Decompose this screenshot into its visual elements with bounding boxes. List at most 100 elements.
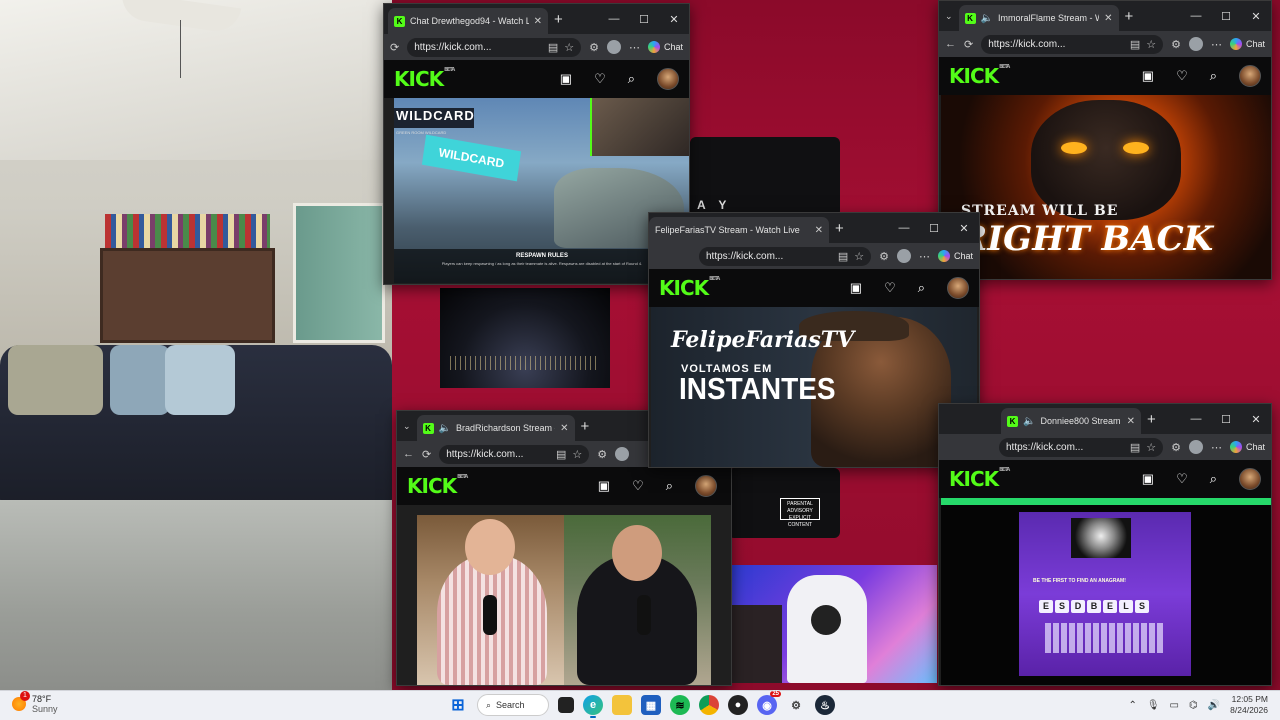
chrome-icon[interactable] — [699, 695, 719, 715]
kick-logo[interactable]: KICKBETA — [394, 67, 455, 91]
tab-list-chevron-icon[interactable]: ⌄ — [945, 11, 953, 22]
close-tab-icon[interactable]: ✕ — [1127, 416, 1135, 427]
tab-list-chevron-icon[interactable]: ⌄ — [403, 421, 411, 432]
new-tab-button[interactable]: + — [581, 418, 590, 435]
copilot-chat-button[interactable]: Chat — [937, 250, 973, 262]
new-tab-button[interactable]: + — [835, 220, 844, 237]
minimize-icon[interactable]: — — [889, 222, 919, 234]
tray-chevron-icon[interactable]: ⌃ — [1128, 700, 1136, 711]
new-tab-button[interactable]: + — [554, 11, 563, 28]
back-icon[interactable]: ← — [945, 38, 956, 50]
maximize-icon[interactable]: ☐ — [919, 222, 949, 235]
reload-icon[interactable]: ⟳ — [964, 38, 973, 51]
edge-icon[interactable]: e — [583, 695, 603, 718]
speaker-icon[interactable]: 🔈 — [981, 13, 993, 24]
stream-video-bradrichardson[interactable] — [417, 515, 711, 685]
user-avatar[interactable] — [695, 475, 717, 497]
more-icon[interactable]: ⋯ — [1211, 441, 1222, 454]
user-avatar[interactable] — [1239, 65, 1261, 87]
speaker-icon[interactable]: 🔈 — [1023, 416, 1035, 427]
display-icon[interactable]: ▭ — [1170, 700, 1179, 711]
maximize-icon[interactable]: ☐ — [629, 13, 659, 26]
kick-logo[interactable]: KICKBETA — [949, 64, 1010, 88]
weather-widget[interactable]: 1 78°F Sunny — [12, 691, 58, 714]
user-avatar[interactable] — [947, 277, 969, 299]
profile-icon[interactable] — [615, 447, 630, 461]
stream-video-drewthegod94[interactable]: WILDCARD GREEN ROOM WILDCARD WILDCARD RE… — [394, 98, 689, 283]
kick-logo[interactable]: KICKBETA — [659, 276, 720, 300]
browse-icon[interactable]: ▣ — [598, 478, 610, 494]
close-window-icon[interactable]: ✕ — [1241, 413, 1271, 426]
profile-icon[interactable] — [1188, 37, 1203, 51]
close-window-icon[interactable]: ✕ — [1241, 10, 1271, 23]
file-explorer-icon[interactable] — [612, 695, 632, 715]
following-heart-icon[interactable]: ♡ — [1176, 68, 1188, 84]
copilot-chat-button[interactable]: Chat — [1229, 441, 1265, 453]
favorite-star-icon[interactable]: ☆ — [1146, 441, 1156, 454]
clock[interactable]: 12:05 PM 8/24/2026 — [1230, 694, 1268, 716]
reader-icon[interactable]: ▤ — [548, 41, 558, 54]
favorite-star-icon[interactable]: ☆ — [1146, 38, 1156, 51]
search-icon[interactable]: ⌕ — [918, 280, 925, 296]
kick-logo[interactable]: KICKBETA — [407, 474, 468, 498]
settings-gear-icon[interactable]: ⚙ — [786, 695, 806, 715]
browse-icon[interactable]: ▣ — [850, 280, 862, 296]
stream-video-felipefariastv[interactable]: FelipeFariasTV VOLTAMOS EM INSTANTES — [651, 307, 977, 467]
speaker-icon[interactable]: 🔈 — [439, 423, 451, 434]
search-icon[interactable]: ⌕ — [1210, 471, 1217, 487]
search-icon[interactable]: ⌕ — [628, 71, 635, 87]
profile-icon[interactable] — [1188, 440, 1203, 454]
more-icon[interactable]: ⋯ — [919, 250, 930, 263]
favorite-star-icon[interactable]: ☆ — [564, 41, 574, 54]
reload-icon[interactable]: ⟳ — [422, 448, 431, 461]
stream-video-immoralflame[interactable]: STREAM WILL BE RIGHT BACK — [941, 95, 1271, 279]
minimize-icon[interactable]: — — [1181, 10, 1211, 22]
network-icon[interactable]: ⌬ — [1189, 700, 1198, 711]
profile-icon[interactable] — [606, 40, 621, 54]
following-heart-icon[interactable]: ♡ — [594, 71, 606, 87]
browse-icon[interactable]: ▣ — [1142, 68, 1154, 84]
browser-window-drewthegod94[interactable]: K Chat Drewthegod94 - Watch L ✕ + — ☐ ✕ … — [383, 3, 690, 285]
browser-tab[interactable]: K 🔈 ImmoralFlame Stream - Watch ✕ — [958, 5, 1119, 31]
following-heart-icon[interactable]: ♡ — [1176, 471, 1188, 487]
browser-window-donniee800[interactable]: K 🔈 Donniee800 Stream ✕ + — ☐ ✕ https://… — [938, 403, 1272, 686]
reader-icon[interactable]: ▤ — [1130, 38, 1140, 51]
minimize-icon[interactable]: — — [1181, 413, 1211, 425]
browser-tab[interactable]: K 🔈 BradRichardson Stream - Watch ✕ — [416, 415, 575, 441]
extensions-icon[interactable]: ⚙ — [597, 448, 607, 461]
taskbar-search[interactable]: ⌕ Search — [477, 694, 549, 716]
user-avatar[interactable] — [1239, 468, 1261, 490]
reader-icon[interactable]: ▤ — [1130, 441, 1140, 454]
close-tab-icon[interactable]: ✕ — [1104, 13, 1112, 24]
store-icon[interactable]: ▦ — [641, 695, 661, 715]
browser-window-felipefariastv[interactable]: FelipeFariasTV Stream - Watch Live ✕ + —… — [648, 212, 980, 468]
more-icon[interactable]: ⋯ — [629, 41, 640, 54]
microphone-icon[interactable]: 🎙 — [1147, 700, 1160, 711]
browser-tab[interactable]: K 🔈 Donniee800 Stream ✕ — [1001, 408, 1141, 434]
browse-icon[interactable]: ▣ — [560, 71, 572, 87]
windows-start-icon[interactable]: ⊞ — [448, 695, 468, 715]
minimize-icon[interactable]: — — [599, 13, 629, 25]
url-field[interactable]: https://kick.com... ▤ ☆ — [407, 37, 582, 57]
browser-tab[interactable]: K Chat Drewthegod94 - Watch L ✕ — [388, 8, 548, 34]
app-icon[interactable]: ● — [728, 695, 748, 715]
spotify-icon[interactable]: ≋ — [670, 695, 690, 715]
following-heart-icon[interactable]: ♡ — [884, 280, 896, 296]
stream-video-donniee800[interactable]: BE THE FIRST TO FIND AN ANAGRAM! E S D B… — [941, 498, 1271, 685]
browser-tab[interactable]: FelipeFariasTV Stream - Watch Live ✕ — [649, 217, 829, 243]
new-tab-button[interactable]: + — [1147, 411, 1156, 428]
close-tab-icon[interactable]: ✕ — [534, 16, 542, 27]
browser-window-immoralflame[interactable]: ⌄ K 🔈 ImmoralFlame Stream - Watch ✕ + — … — [938, 0, 1272, 280]
reload-icon[interactable]: ⟳ — [390, 41, 399, 54]
search-icon[interactable]: ⌕ — [1210, 68, 1217, 84]
url-field[interactable]: https://kick.com... ▤ ☆ — [981, 34, 1164, 54]
kick-logo[interactable]: KICKBETA — [949, 467, 1010, 491]
url-field[interactable]: https://kick.com... ▤ ☆ — [699, 246, 872, 266]
following-heart-icon[interactable]: ♡ — [632, 478, 644, 494]
maximize-icon[interactable]: ☐ — [1211, 10, 1241, 23]
reader-icon[interactable]: ▤ — [838, 250, 848, 263]
url-field[interactable]: https://kick.com... ▤ ☆ — [439, 444, 590, 464]
url-field[interactable]: https://kick.com... ▤ ☆ — [999, 437, 1164, 457]
browse-icon[interactable]: ▣ — [1142, 471, 1154, 487]
close-window-icon[interactable]: ✕ — [949, 222, 979, 235]
